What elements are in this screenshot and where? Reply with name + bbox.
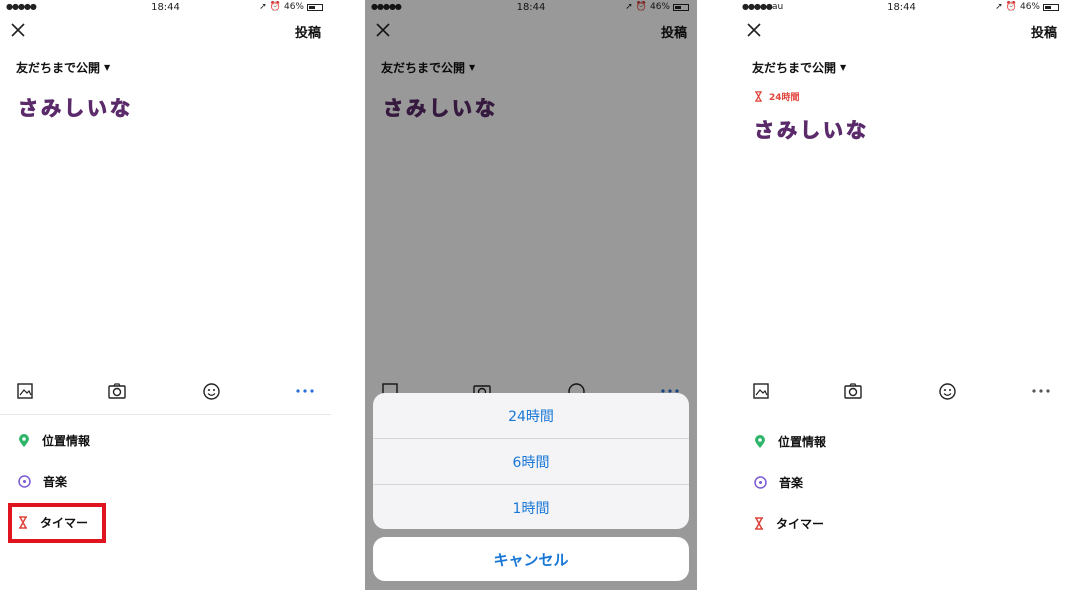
- battery-indicator: ➚ ⏰ 46%: [259, 2, 323, 12]
- compose-screen-menu: ●●●●● 18:44 ➚ ⏰ 46% 投稿 友だちまで公開 ▼ さみしいな 位…: [0, 0, 331, 590]
- battery-percent: 46%: [1019, 2, 1040, 12]
- timer-badge[interactable]: 24時間: [754, 90, 800, 103]
- timer-action-sheet: 24時間 6時間 1時間: [373, 393, 689, 529]
- music-icon: [754, 476, 767, 489]
- photo-icon[interactable]: [14, 380, 36, 402]
- camera-icon[interactable]: [842, 380, 864, 402]
- menu-item-location-label: 位置情報: [42, 434, 91, 448]
- battery-icon: [307, 3, 323, 11]
- menu-item-timer[interactable]: タイマー: [754, 515, 824, 532]
- battery-percent: 46%: [283, 2, 304, 12]
- alarm-icon: ⏰: [269, 2, 281, 12]
- menu-item-location[interactable]: 位置情報: [754, 433, 826, 450]
- alarm-icon: ⏰: [1005, 2, 1017, 12]
- battery-icon: [1043, 3, 1059, 11]
- close-icon[interactable]: [746, 22, 762, 38]
- status-bar: ●●●●● au 18:44 ➚ ⏰ 46%: [736, 0, 1067, 16]
- privacy-selector[interactable]: 友だちまで公開 ▼: [16, 59, 110, 76]
- emoji-icon[interactable]: [200, 380, 222, 402]
- menu-item-location[interactable]: 位置情報: [18, 432, 90, 449]
- privacy-label: 友だちまで公開: [16, 61, 101, 75]
- cancel-button[interactable]: キャンセル: [373, 537, 689, 581]
- chevron-down-icon: ▼: [104, 63, 111, 72]
- location-pin-icon: [755, 434, 765, 448]
- menu-item-timer-label: タイマー: [776, 517, 825, 531]
- privacy-selector[interactable]: 友だちまで公開 ▼: [752, 59, 846, 76]
- camera-icon[interactable]: [106, 380, 128, 402]
- post-button[interactable]: 投稿: [1031, 22, 1057, 41]
- menu-item-music-label: 音楽: [43, 475, 68, 489]
- battery-indicator: ➚ ⏰ 46%: [995, 2, 1059, 12]
- post-stamp-text: さみしいな: [754, 118, 869, 143]
- chevron-down-icon: ▼: [840, 63, 847, 72]
- compose-toolbar: [0, 380, 331, 404]
- close-icon[interactable]: [10, 22, 26, 38]
- location-arrow-icon: ➚: [995, 2, 1003, 12]
- menu-item-music[interactable]: 音楽: [754, 474, 803, 491]
- more-icon[interactable]: [1030, 380, 1052, 402]
- post-stamp-text: さみしいな: [18, 96, 133, 121]
- timer-option-1h[interactable]: 1時間: [373, 485, 689, 529]
- menu-item-location-label: 位置情報: [778, 435, 827, 449]
- compose-screen-timer-set: ●●●●● au 18:44 ➚ ⏰ 46% 投稿 友だちまで公開 ▼ 24時間…: [736, 0, 1067, 590]
- emoji-icon[interactable]: [936, 380, 958, 402]
- highlight-box: [8, 503, 106, 543]
- menu-item-music-label: 音楽: [779, 476, 804, 490]
- location-arrow-icon: ➚: [259, 2, 267, 12]
- post-button[interactable]: 投稿: [295, 22, 321, 41]
- music-icon: [18, 475, 31, 488]
- privacy-label: 友だちまで公開: [752, 61, 837, 75]
- timer-option-24h[interactable]: 24時間: [373, 393, 689, 439]
- more-icon[interactable]: [294, 380, 316, 402]
- compose-toolbar: [736, 380, 1067, 404]
- timer-option-6h[interactable]: 6時間: [373, 439, 689, 485]
- hourglass-icon: [755, 91, 762, 102]
- status-bar: ●●●●● 18:44 ➚ ⏰ 46%: [0, 0, 331, 16]
- timer-badge-label: 24時間: [769, 93, 800, 103]
- hourglass-icon: [755, 517, 763, 530]
- location-pin-icon: [19, 433, 29, 447]
- photo-icon[interactable]: [750, 380, 772, 402]
- toolbar-divider: [0, 414, 331, 415]
- compose-screen-timer-sheet: ●●●●● 18:44 ➚ ⏰ 46% 投稿 友だちまで公開 ▼ さみしいな 2…: [365, 0, 697, 590]
- menu-item-music[interactable]: 音楽: [18, 473, 67, 490]
